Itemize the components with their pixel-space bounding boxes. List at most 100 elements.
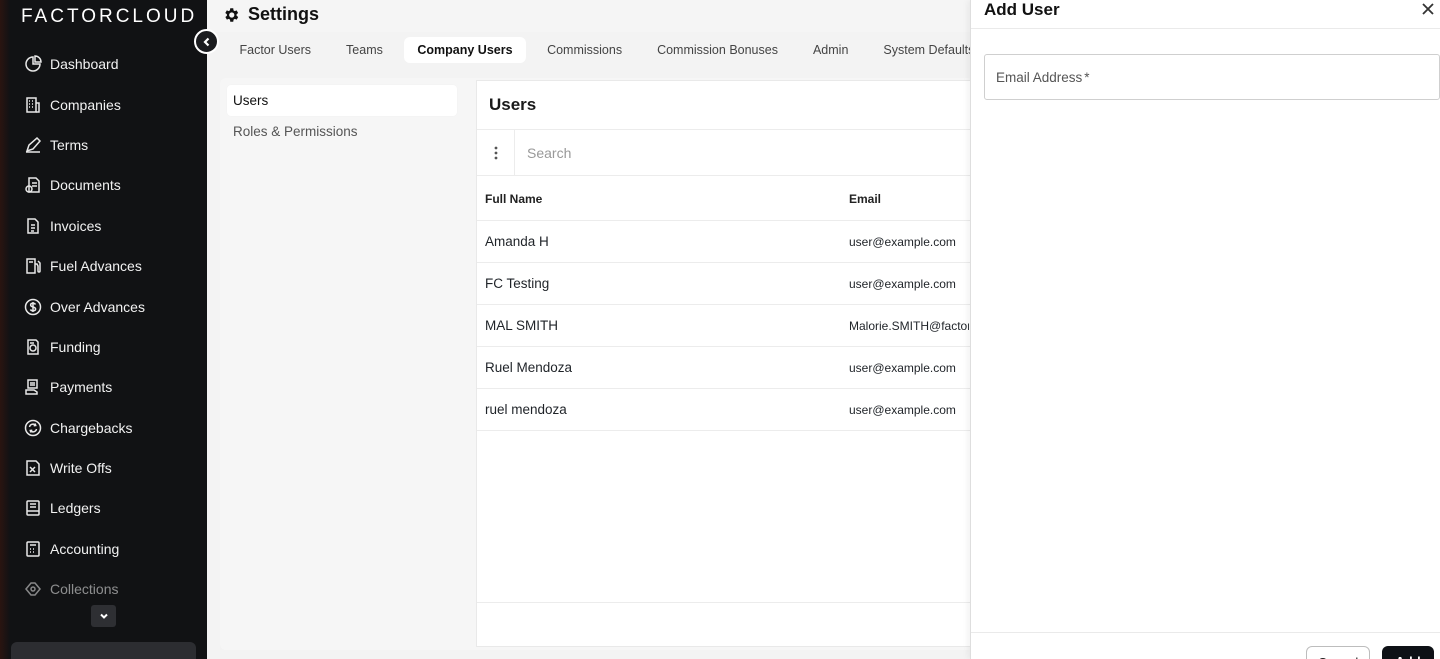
tab-commission-bonuses[interactable]: Commission Bonuses bbox=[640, 37, 796, 63]
add-user-drawer: Add User Email Address * Cancel Add bbox=[970, 0, 1440, 659]
sidebar-item-label: Accounting bbox=[50, 540, 120, 557]
sidebar-item-label: Dashboard bbox=[50, 56, 119, 73]
table-row[interactable]: ruel mendoza user@example.com bbox=[477, 389, 975, 431]
user-email-cell: user@example.com bbox=[849, 276, 956, 291]
sidebar-nav: Dashboard Companies Terms Documents Invo… bbox=[12, 44, 202, 609]
divider bbox=[971, 28, 1440, 29]
drawer-title: Add User bbox=[984, 0, 1060, 19]
funding-icon bbox=[24, 338, 42, 356]
sidebar-item-label: Over Advances bbox=[50, 298, 145, 315]
sidebar-item-write-offs[interactable]: Write Offs bbox=[12, 448, 202, 488]
sidebar-item-label: Funding bbox=[50, 338, 101, 355]
more-options-button[interactable] bbox=[477, 130, 515, 175]
table-header-row: Full Name Email bbox=[477, 177, 975, 221]
column-header-full-name[interactable]: Full Name bbox=[477, 192, 849, 206]
kebab-icon bbox=[494, 146, 497, 159]
user-email-cell: user@example.com bbox=[849, 402, 956, 417]
sidebar-item-label: Documents bbox=[50, 177, 121, 194]
settings-subnav: Users Roles & Permissions bbox=[227, 85, 457, 147]
sidebar-item-funding[interactable]: Funding bbox=[12, 327, 202, 367]
sidebar-item-label: Invoices bbox=[50, 217, 102, 234]
email-field[interactable]: Email Address * bbox=[984, 54, 1440, 100]
search-bar bbox=[477, 129, 975, 176]
subnav-item-users[interactable]: Users bbox=[227, 85, 457, 116]
sidebar-item-over-advances[interactable]: Over Advances bbox=[12, 286, 202, 326]
table-row[interactable]: MAL SMITH Malorie.SMITH@factorcloud.com bbox=[477, 305, 975, 347]
dollar-circle-icon bbox=[24, 298, 42, 316]
close-drawer-button[interactable] bbox=[1421, 2, 1435, 16]
table-row[interactable]: FC Testing user@example.com bbox=[477, 263, 975, 305]
tab-admin[interactable]: Admin bbox=[795, 37, 865, 63]
tab-company-users[interactable]: Company Users bbox=[404, 37, 526, 63]
column-header-email[interactable]: Email bbox=[849, 192, 969, 206]
table-footer bbox=[477, 602, 975, 603]
sidebar-item-payments[interactable]: Payments bbox=[12, 367, 202, 407]
user-name-cell: ruel mendoza bbox=[485, 402, 567, 417]
drawer-footer bbox=[971, 632, 1440, 633]
search-input[interactable] bbox=[515, 144, 915, 161]
sidebar-item-label: Terms bbox=[50, 136, 89, 153]
user-name-cell: FC Testing bbox=[485, 276, 550, 291]
building-icon bbox=[24, 96, 42, 114]
ledger-icon bbox=[24, 499, 42, 517]
user-name-cell: MAL SMITH bbox=[485, 318, 559, 333]
users-table: Full Name Email Amanda H user@example.co… bbox=[477, 177, 975, 431]
fuel-icon bbox=[24, 257, 42, 275]
user-name-cell: Ruel Mendoza bbox=[485, 360, 573, 375]
user-email-cell: user@example.com bbox=[849, 234, 956, 249]
sidebar-item-collections[interactable]: Collections bbox=[12, 569, 202, 609]
gear-icon bbox=[225, 7, 239, 22]
users-title: Users bbox=[489, 95, 537, 114]
payments-icon bbox=[24, 378, 42, 396]
collections-icon bbox=[24, 580, 42, 598]
pen-icon bbox=[24, 136, 42, 154]
sidebar-item-chargebacks[interactable]: Chargebacks bbox=[12, 408, 202, 448]
page-title-text: Settings bbox=[248, 4, 320, 24]
tab-teams[interactable]: Teams bbox=[329, 37, 401, 63]
sidebar-item-label: Payments bbox=[50, 379, 113, 396]
brand-logo: FACTORCLOUD bbox=[21, 6, 198, 27]
required-mark: * bbox=[1084, 69, 1090, 85]
email-field-label: Email Address bbox=[996, 69, 1083, 85]
user-name-cell: Amanda H bbox=[485, 234, 549, 249]
cancel-button[interactable]: Cancel bbox=[1306, 646, 1370, 659]
documents-icon bbox=[24, 176, 42, 194]
sidebar-item-terms[interactable]: Terms bbox=[12, 125, 202, 165]
sidebar-item-dashboard[interactable]: Dashboard bbox=[12, 44, 202, 84]
sidebar-item-settings[interactable] bbox=[11, 642, 196, 659]
sidebar-item-ledgers[interactable]: Ledgers bbox=[12, 488, 202, 528]
sidebar-item-invoices[interactable]: Invoices bbox=[12, 206, 202, 246]
table-row[interactable]: Ruel Mendoza user@example.com bbox=[477, 347, 975, 389]
chevron-down-icon bbox=[99, 613, 108, 619]
sidebar-collapse-button[interactable] bbox=[194, 29, 219, 54]
sidebar-item-companies[interactable]: Companies bbox=[12, 84, 202, 124]
subnav-item-roles-permissions[interactable]: Roles & Permissions bbox=[227, 116, 457, 147]
close-icon bbox=[1422, 3, 1434, 15]
tab-factor-users[interactable]: Factor Users bbox=[222, 37, 329, 63]
chargeback-icon bbox=[24, 419, 42, 437]
table-row[interactable]: Amanda H user@example.com bbox=[477, 221, 975, 263]
chevron-left-icon bbox=[202, 37, 209, 46]
sidebar-scroll-down-button[interactable] bbox=[91, 605, 116, 627]
sidebar-item-label: Companies bbox=[50, 96, 121, 113]
sidebar-item-documents[interactable]: Documents bbox=[12, 165, 202, 205]
sidebar-item-label: Fuel Advances bbox=[50, 258, 142, 275]
user-email-cell: Malorie.SMITH@factorcloud.com bbox=[849, 318, 969, 333]
sidebar-item-accounting[interactable]: Accounting bbox=[12, 529, 202, 569]
add-button[interactable]: Add bbox=[1382, 646, 1434, 659]
user-email-cell: user@example.com bbox=[849, 360, 956, 375]
tab-commissions[interactable]: Commissions bbox=[530, 37, 640, 63]
sidebar-item-fuel-advances[interactable]: Fuel Advances bbox=[12, 246, 202, 286]
page-title: Settings bbox=[222, 4, 319, 25]
sidebar-item-label: Collections bbox=[50, 581, 119, 598]
top-header bbox=[207, 0, 977, 32]
sidebar-item-label: Chargebacks bbox=[50, 419, 133, 436]
calculator-icon bbox=[24, 540, 42, 558]
invoice-icon bbox=[24, 217, 42, 235]
sidebar-item-label: Ledgers bbox=[50, 500, 101, 517]
write-off-icon bbox=[24, 459, 42, 477]
settings-tabs: Factor Users Teams Company Users Commiss… bbox=[222, 37, 992, 63]
sidebar: FACTORCLOUD Dashboard Companies Terms Do… bbox=[0, 0, 207, 659]
sidebar-item-label: Write Offs bbox=[50, 460, 112, 477]
dashboard-icon bbox=[24, 55, 42, 73]
